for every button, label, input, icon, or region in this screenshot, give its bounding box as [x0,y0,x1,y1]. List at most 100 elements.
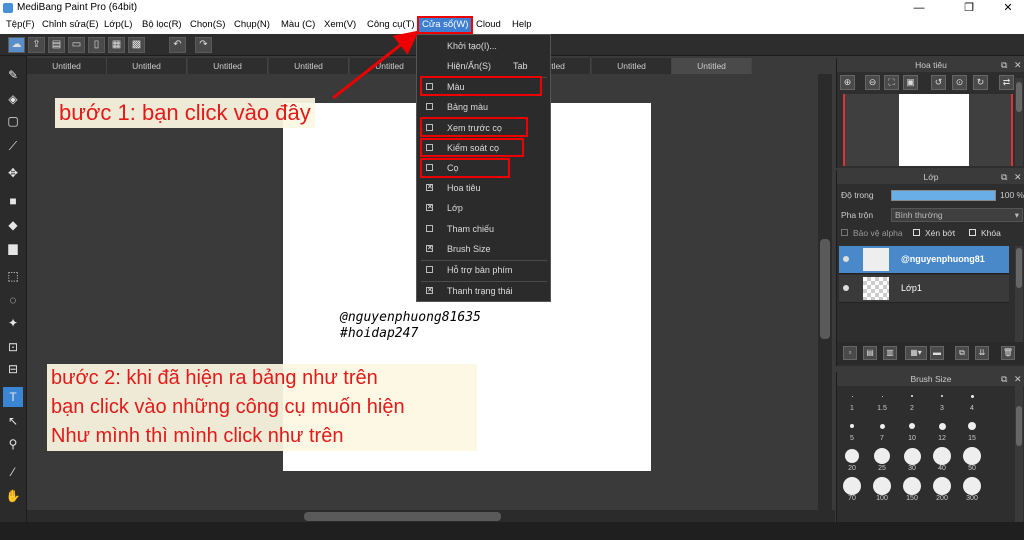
flip-icon[interactable]: ⇄ [999,75,1014,90]
menu-color[interactable]: Màu (C) [281,19,315,30]
line-tool-icon[interactable]: ⟋ [3,136,23,156]
eyedropper-icon[interactable]: ⁄ [3,462,23,482]
checkbox-icon[interactable] [969,229,976,236]
rotate-left-icon[interactable]: ↺ [931,75,946,90]
tab-document-active[interactable]: Untitled [672,58,752,74]
menu-filter[interactable]: Bộ lọc(R) [142,19,182,30]
brush-tool-icon[interactable]: ✎ [3,65,23,85]
menu-select[interactable]: Chọn(S) [190,19,225,30]
menu-item-layer[interactable]: ✕ Lớp [417,198,550,218]
float-icon[interactable]: ⧉ [1001,170,1007,184]
brush-size-cell[interactable]: 300 [957,476,987,502]
move-tool-icon[interactable]: ✥ [3,163,23,183]
scroll-thumb[interactable] [1016,248,1022,288]
scroll-thumb[interactable] [820,239,830,339]
eye-icon[interactable] [843,285,849,291]
canvas-vertical-scrollbar[interactable] [818,74,832,510]
folder-icon[interactable]: ▬ [930,346,944,360]
trash-icon[interactable]: 🗑 [1001,346,1015,360]
reset-icon[interactable]: ⊙ [952,75,967,90]
maximize-button[interactable]: ❐ [954,0,984,17]
brush-size-cell[interactable]: 15 [957,416,987,442]
menu-layer[interactable]: Lớp(L) [104,19,132,30]
menu-item-toggle[interactable]: Hiện/Ẩn(S) Tab [417,56,550,76]
brush-size-cell[interactable]: 100 [867,476,897,502]
redo-button[interactable]: ↷ [195,37,212,53]
brush-size-cell[interactable]: 1.5 [867,386,897,412]
menu-item-palette[interactable]: Bảng màu [417,97,550,117]
menu-item-status-bar[interactable]: ✕ Thanh trạng thái [417,281,550,301]
brush-size-cell[interactable]: 30 [897,446,927,472]
hand-tool-icon[interactable]: ✋ [3,486,23,506]
scroll-thumb[interactable] [1016,82,1022,112]
menu-item-init[interactable]: Khởi tạo(I)... [417,36,550,56]
new-1bit-layer-icon[interactable]: ▥ [883,346,897,360]
brush-size-cell[interactable]: 40 [927,446,957,472]
select-rect-icon[interactable]: ⬚ [3,266,23,286]
eraser-tool-icon[interactable]: ◈ [3,89,23,109]
add-layer-menu-icon[interactable]: ▦▾ [905,346,927,360]
brush-size-cell[interactable]: 200 [927,476,957,502]
canvas-horizontal-scrollbar[interactable] [27,510,835,522]
menu-cloud[interactable]: Cloud [476,19,501,30]
share-icon[interactable]: ⇪ [28,37,45,53]
brush-size-cell[interactable]: 4 [957,386,987,412]
menu-item-navigator[interactable]: ✕ Hoa tiêu [417,178,550,198]
chat-icon[interactable]: ▭ [68,37,85,53]
undo-button[interactable]: ↶ [169,37,186,53]
eye-icon[interactable] [843,256,849,262]
gradient-tool-icon[interactable]: ▆ [3,238,23,258]
brush-size-cell[interactable]: 12 [927,416,957,442]
brush-size-cell[interactable]: 5 [837,416,867,442]
menu-item-brush-size[interactable]: ✕ Brush Size [417,239,550,259]
bucket-tool-icon[interactable]: ◆ [3,215,23,235]
actual-size-icon[interactable]: ▣ [903,75,918,90]
close-icon[interactable]: ✕ [1014,170,1022,184]
panel-scrollbar[interactable] [1015,386,1023,522]
panel-scrollbar[interactable] [1015,246,1023,344]
select-eraser-icon[interactable]: ⊟ [3,359,23,379]
float-icon[interactable]: ⧉ [1001,58,1007,72]
layer-row-selected[interactable]: @nguyenphuong81 [839,246,1009,274]
layout-icon[interactable]: ▩ [128,37,145,53]
brush-size-cell[interactable]: 70 [837,476,867,502]
comment-icon[interactable]: ▤ [48,37,65,53]
dropper-tool-icon[interactable]: ⚲ [3,434,23,454]
menu-edit[interactable]: Chỉnh sửa(E) [42,19,99,30]
shape-tool-icon[interactable]: ▢ [3,111,23,131]
brush-size-cell[interactable]: 25 [867,446,897,472]
magic-wand-icon[interactable]: ✦ [3,313,23,333]
brush-size-cell[interactable]: 150 [897,476,927,502]
page-icon[interactable]: ▯ [88,37,105,53]
zoom-out-icon[interactable]: ⊖ [865,75,880,90]
lasso-icon[interactable]: ◌ [3,290,23,310]
grid-icon[interactable]: ▦ [108,37,125,53]
close-icon[interactable]: ✕ [1014,372,1022,386]
menu-item-reference[interactable]: Tham chiếu [417,219,550,239]
fill-rect-tool-icon[interactable]: ■ [3,191,23,211]
rotate-right-icon[interactable]: ↻ [973,75,988,90]
menu-tools[interactable]: Công cụ(T) [367,19,415,30]
close-button[interactable]: ✕ [993,0,1023,17]
checkbox-icon[interactable] [841,229,848,236]
menu-capture[interactable]: Chụp(N) [234,19,270,30]
tab-document[interactable]: Untitled [269,58,349,74]
panel-scrollbar[interactable] [1015,78,1023,166]
select-pen-icon[interactable]: ⊡ [3,337,23,357]
menu-window[interactable]: Cửa sổ(W) [416,16,474,34]
checkbox-icon[interactable] [913,229,920,236]
operation-tool-icon[interactable]: ↖ [3,411,23,431]
scroll-thumb[interactable] [304,512,501,521]
text-tool-icon[interactable]: T [3,387,23,407]
brush-size-cell[interactable]: 50 [957,446,987,472]
brush-size-cell[interactable]: 1 [837,386,867,412]
float-icon[interactable]: ⧉ [1001,372,1007,386]
tab-document[interactable]: Untitled [592,58,672,74]
brush-size-cell[interactable]: 20 [837,446,867,472]
brush-size-cell[interactable]: 10 [897,416,927,442]
navigator-preview[interactable] [843,94,1013,166]
fit-icon[interactable]: ⛶ [884,75,899,90]
menu-view[interactable]: Xem(V) [324,19,356,30]
close-icon[interactable]: ✕ [1014,58,1022,72]
merge-icon[interactable]: ⇊ [975,346,989,360]
